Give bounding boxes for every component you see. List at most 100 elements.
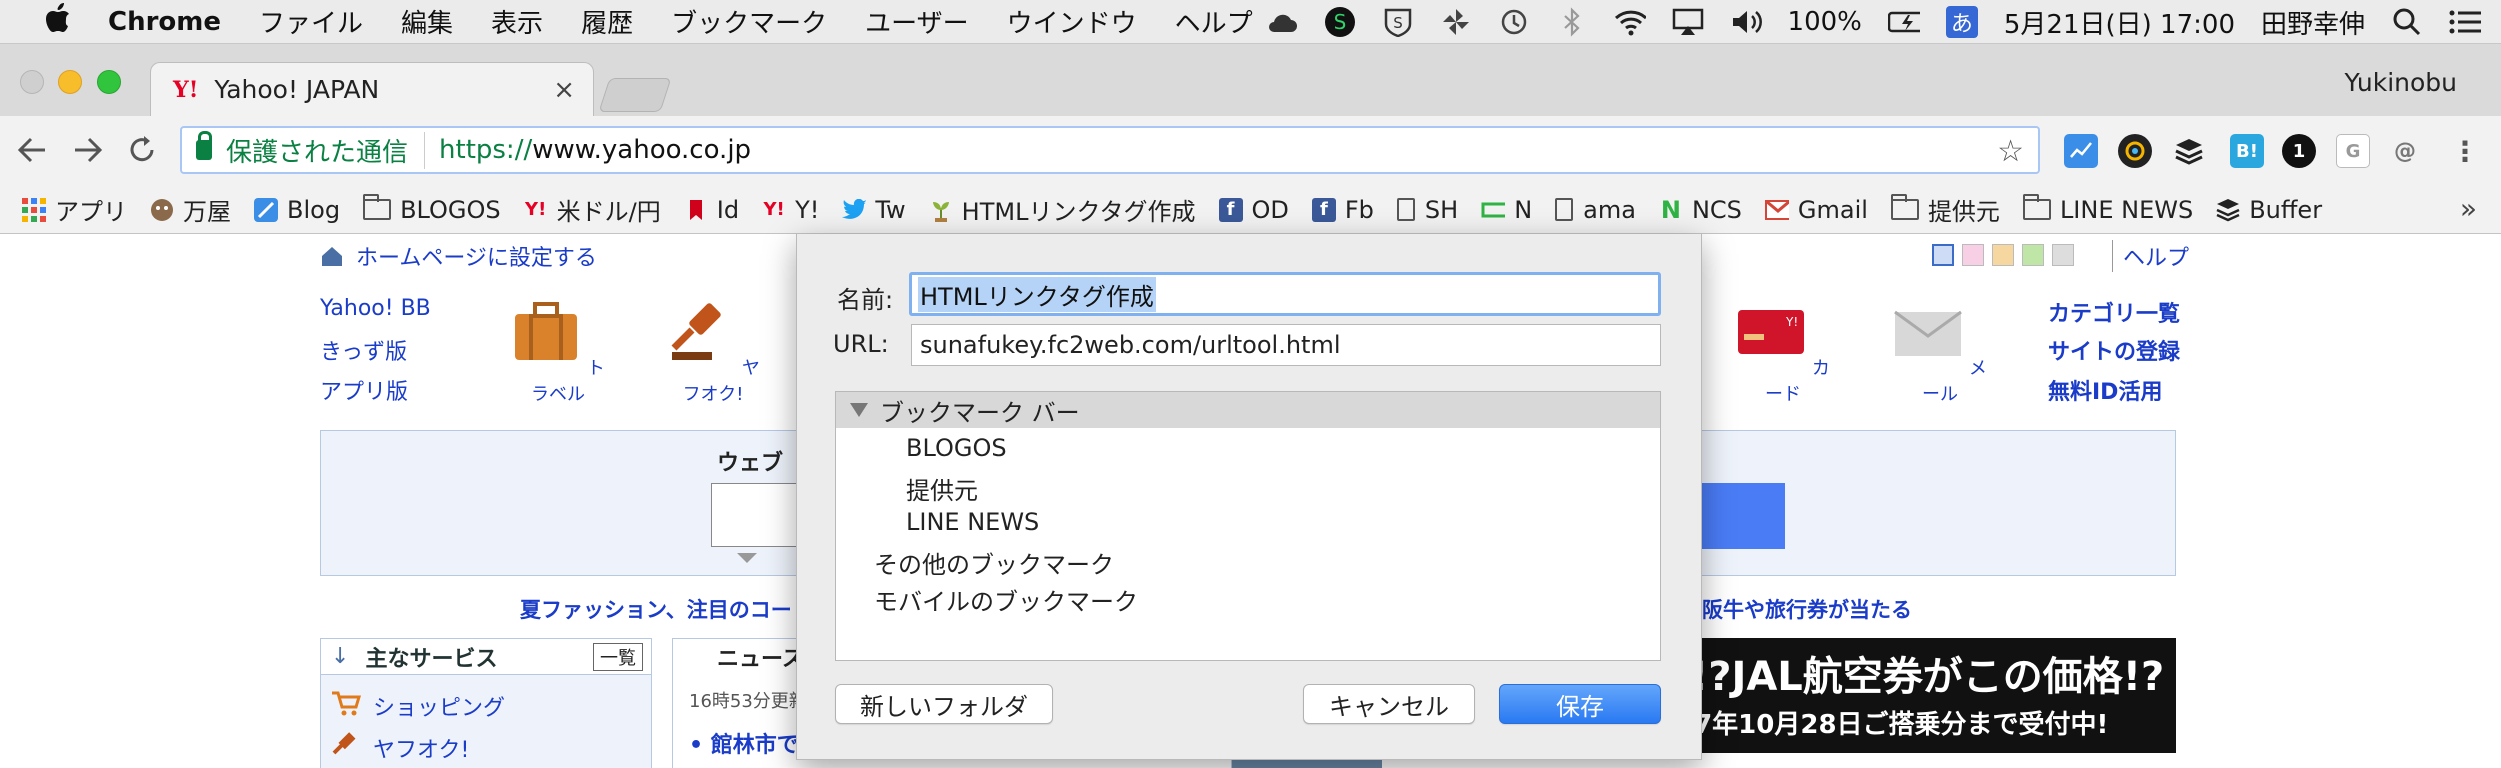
menu-edit[interactable]: 編集	[401, 3, 453, 40]
extension-g-icon[interactable]: G	[2336, 134, 2370, 168]
bookmark-twitter[interactable]: Tw	[842, 196, 906, 224]
category-list-link[interactable]: カテゴリ一覧	[2048, 296, 2180, 328]
folder-tree-item-other-bookmarks[interactable]: その他のブックマーク	[874, 545, 1114, 580]
input-method-icon[interactable]: あ	[1945, 6, 1978, 38]
new-tab-button[interactable]	[598, 78, 672, 112]
notification-center-icon[interactable]	[2449, 6, 2481, 38]
bluetooth-icon[interactable]	[1556, 6, 1588, 38]
bookmark-ama[interactable]: ama	[1555, 196, 1636, 224]
apple-menu-icon[interactable]	[38, 3, 78, 40]
service-mail[interactable]: メール	[1885, 300, 1995, 406]
bookmark-ncs[interactable]: N NCS	[1659, 196, 1742, 224]
bookmark-name-input[interactable]: HTMLリンクタグ作成	[909, 272, 1661, 316]
swatch-gray[interactable]	[2052, 244, 2074, 266]
bookmark-blog[interactable]: Blog	[254, 196, 340, 224]
free-id-link[interactable]: 無料ID活用	[2048, 374, 2162, 406]
hatena-bookmark-icon[interactable]: B!	[2230, 134, 2264, 168]
folder-tree-item-mobile-bookmarks[interactable]: モバイルのブックマーク	[874, 582, 1138, 617]
cancel-button[interactable]: キャンセル	[1303, 684, 1475, 724]
topics-link-left[interactable]: 夏ファッション、注目のコー	[520, 594, 792, 624]
pinwheel-icon[interactable]	[1440, 6, 1472, 38]
forward-arrow-icon[interactable]	[68, 130, 108, 170]
secure-connection-label[interactable]: 保護された通信	[226, 131, 426, 169]
menu-clock[interactable]: 5月21日(日) 17:00	[2004, 4, 2235, 41]
bookmark-id[interactable]: Id	[684, 196, 739, 224]
skype-icon[interactable]: S	[1324, 6, 1356, 38]
address-bar[interactable]: 保護された通信 https:// www.yahoo.co.jp ☆	[180, 126, 2040, 174]
chrome-menu-icon[interactable]: ⋮	[2448, 134, 2482, 168]
menu-help[interactable]: ヘルプ	[1175, 3, 1253, 40]
help-link[interactable]: ヘルプ	[2112, 240, 2189, 272]
folder-tree-item-teikyomoto[interactable]: 提供元	[906, 471, 978, 506]
bookmark-sh[interactable]: SH	[1396, 196, 1458, 224]
new-folder-button[interactable]: 新しいフォルダ	[835, 684, 1053, 724]
set-homepage-link[interactable]: ホームページに設定する	[320, 240, 597, 272]
cloud-icon[interactable]	[1266, 6, 1298, 38]
tab-close-icon[interactable]: ×	[553, 75, 575, 105]
service-item-auction[interactable]: ヤフオク!	[331, 727, 651, 768]
bookmark-url-input[interactable]: sunafukey.fc2web.com/urltool.html	[911, 324, 1661, 366]
bookmark-usd-jpy[interactable]: Y! 米ドル/円	[524, 192, 661, 227]
airplay-icon[interactable]	[1672, 6, 1704, 38]
bookmark-folder-teikyomoto[interactable]: 提供元	[1890, 192, 2000, 227]
extension-at-icon[interactable]: @	[2388, 134, 2422, 168]
battery-icon[interactable]	[1887, 6, 1920, 38]
bookmark-buffer[interactable]: Buffer	[2216, 196, 2322, 224]
swatch-pink[interactable]	[1962, 244, 1984, 266]
app-menu-chrome[interactable]: Chrome	[108, 7, 221, 37]
window-close-button[interactable]	[20, 70, 44, 94]
disclosure-triangle-icon[interactable]	[850, 403, 868, 417]
bookmark-html-link-tag[interactable]: HTMLリンクタグ作成	[929, 192, 1196, 227]
wifi-icon[interactable]	[1614, 6, 1646, 38]
volume-icon[interactable]	[1730, 6, 1762, 38]
bookmark-apps[interactable]: アプリ	[22, 192, 127, 227]
site-register-link[interactable]: サイトの登録	[2048, 334, 2180, 366]
bookmark-folder-blogos[interactable]: BLOGOS	[363, 194, 501, 224]
profile-button[interactable]: Yukinobu	[2344, 68, 2457, 97]
menu-view[interactable]: 表示	[491, 3, 543, 40]
service-auction[interactable]: ヤフオク!	[658, 300, 768, 406]
bookmarks-overflow-chevron-icon[interactable]: »	[2460, 192, 2477, 225]
theme-color-swatches[interactable]	[1932, 244, 2074, 266]
bookmark-fb[interactable]: f Fb	[1311, 196, 1374, 224]
bookmark-gmail[interactable]: Gmail	[1764, 196, 1868, 224]
window-zoom-button[interactable]	[97, 70, 121, 94]
back-arrow-icon[interactable]	[12, 130, 52, 170]
kids-link[interactable]: きっず版	[320, 334, 407, 366]
folder-tree-item-blogos[interactable]: BLOGOS	[906, 434, 1007, 462]
bookmark-yorozuya[interactable]: 万屋	[150, 192, 231, 227]
menu-people[interactable]: ユーザー	[865, 3, 968, 40]
lock-icon[interactable]	[196, 131, 212, 160]
shield-s-icon[interactable]: S	[1382, 6, 1414, 38]
folder-tree-root[interactable]: ブックマーク バー	[836, 392, 1660, 428]
swatch-green[interactable]	[2022, 244, 2044, 266]
menu-window[interactable]: ウインドウ	[1007, 3, 1137, 40]
bookmark-star-icon[interactable]: ☆	[1997, 134, 2024, 169]
reload-icon[interactable]	[122, 130, 162, 170]
extension-chart-icon[interactable]	[2064, 134, 2098, 168]
ad-banner[interactable]: !?JAL航空券がこの価格!? 17年10月28日ご搭乗分まで受付中!	[1670, 638, 2176, 768]
bookmark-od[interactable]: f OD	[1218, 196, 1289, 224]
swatch-orange[interactable]	[1992, 244, 2014, 266]
swatch-blue[interactable]	[1932, 244, 1954, 266]
menu-file[interactable]: ファイル	[259, 3, 363, 40]
tab-yahoo-japan[interactable]: Y! Yahoo! JAPAN ×	[150, 62, 594, 116]
save-button[interactable]: 保存	[1499, 684, 1661, 724]
onepassword-icon[interactable]: 1	[2282, 134, 2316, 168]
buffer-extension-icon[interactable]	[2172, 134, 2206, 168]
bookmark-n[interactable]: N	[1481, 196, 1532, 224]
search-tab-web[interactable]: ウェブ	[717, 445, 783, 477]
bookmark-folder-tree[interactable]: ブックマーク バー BLOGOS 提供元 LINE NEWS その他のブックマー…	[835, 391, 1661, 661]
bookmark-yahoo[interactable]: Y! Y!	[762, 196, 819, 224]
time-machine-icon[interactable]	[1498, 6, 1530, 38]
service-travel[interactable]: トラベル	[503, 300, 613, 406]
menu-history[interactable]: 履歴	[581, 3, 633, 40]
service-card[interactable]: Y! カード	[1728, 300, 1838, 406]
spotlight-search-icon[interactable]	[2391, 6, 2423, 38]
menu-bookmarks[interactable]: ブックマーク	[671, 3, 827, 40]
folder-tree-item-line-news[interactable]: LINE NEWS	[906, 508, 1039, 536]
services-list-all-button[interactable]: 一覧	[593, 643, 643, 671]
bookmark-folder-line-news[interactable]: LINE NEWS	[2022, 194, 2193, 224]
window-minimize-button[interactable]	[58, 70, 82, 94]
app-link[interactable]: アプリ版	[320, 374, 408, 406]
